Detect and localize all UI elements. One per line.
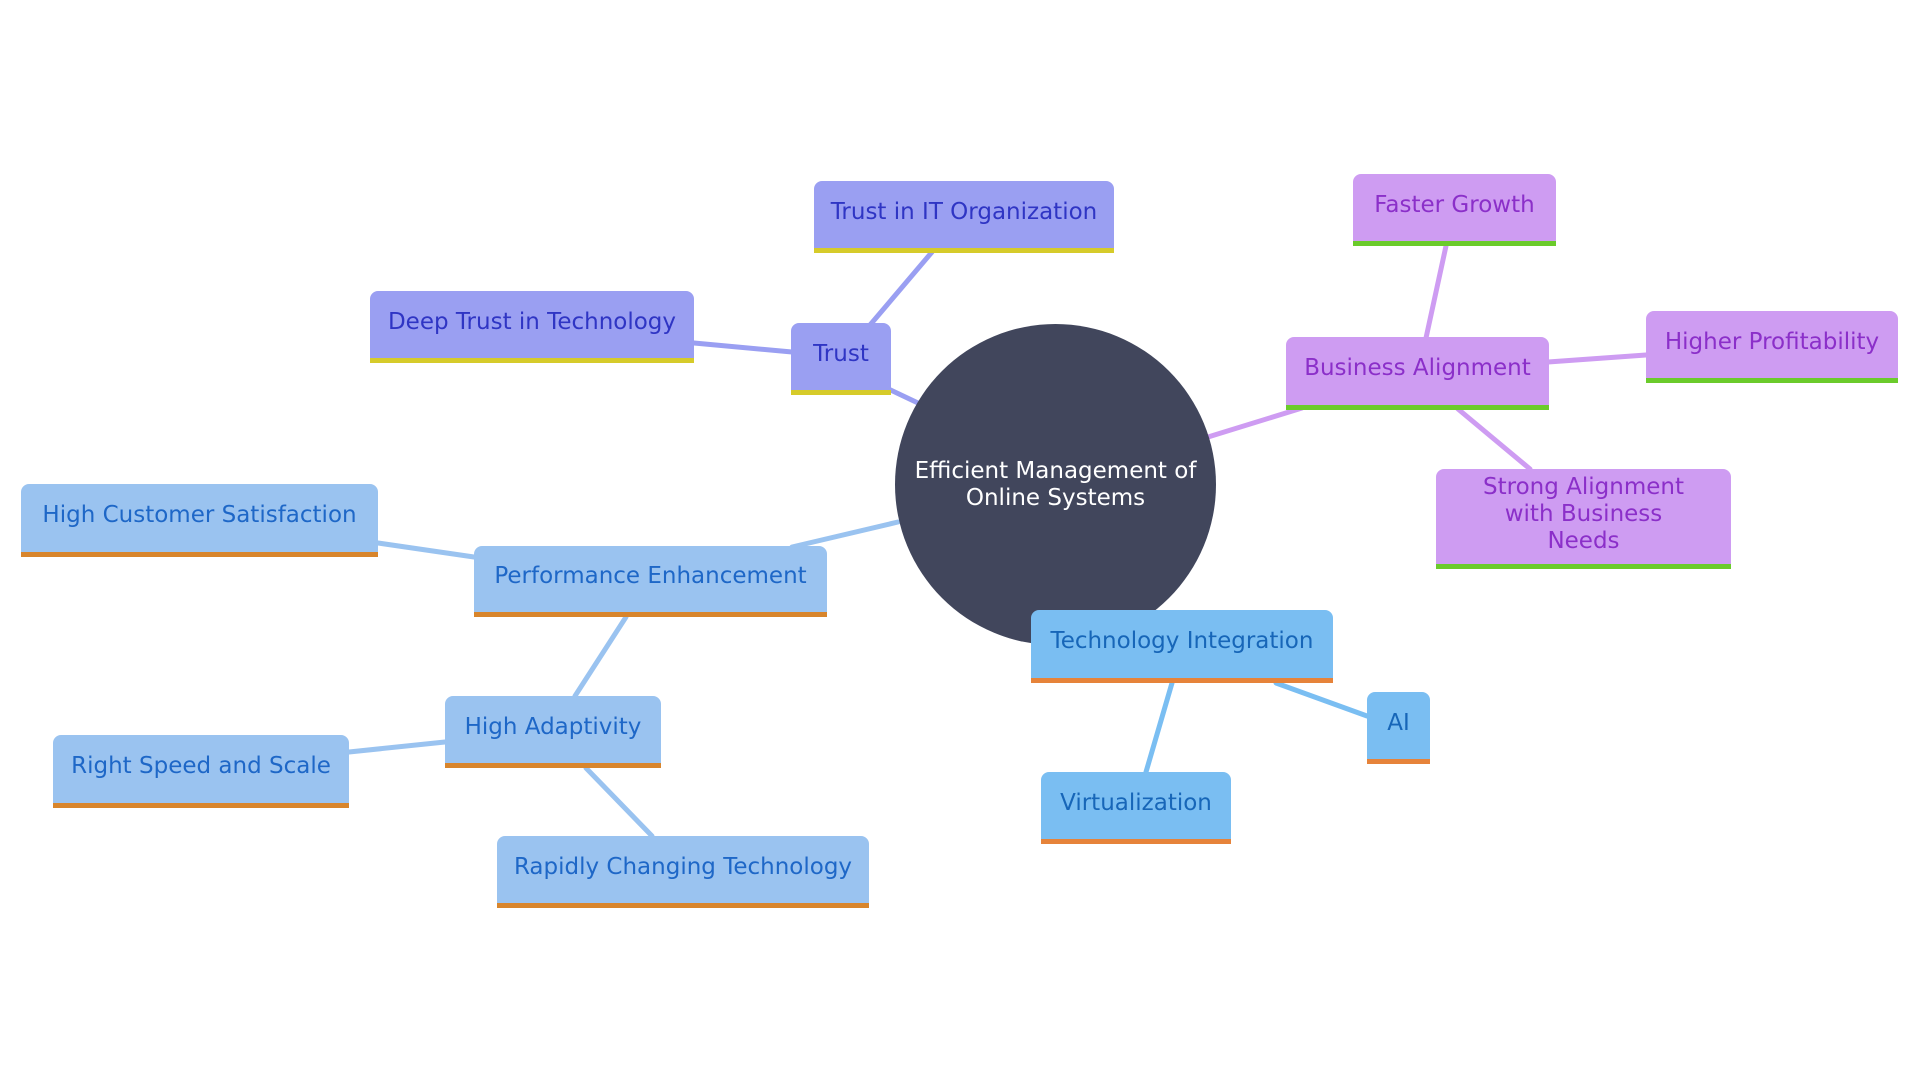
edge-business-faster-growth [1423, 243, 1449, 341]
edge-business-strong-alignment [1455, 406, 1533, 472]
node-faster-growth-label: Faster Growth [1374, 191, 1535, 218]
node-trust[interactable]: Trust [791, 323, 891, 395]
node-high-customer-satisfaction-label: High Customer Satisfaction [42, 502, 357, 528]
node-right-speed-and-scale[interactable]: Right Speed and Scale [53, 735, 349, 808]
node-rapidly-changing-technology[interactable]: Rapidly Changing Technology [497, 836, 869, 908]
node-ai-label: AI [1387, 709, 1410, 736]
node-business-alignment-label: Business Alignment [1304, 355, 1531, 381]
node-high-customer-satisfaction[interactable]: High Customer Satisfaction [21, 484, 378, 557]
node-business-alignment[interactable]: Business Alignment [1286, 337, 1549, 410]
edge-trust-deep-trust [691, 340, 795, 355]
node-strong-alignment[interactable]: Strong Alignment with Business Needs [1436, 469, 1731, 569]
node-right-speed-and-scale-label: Right Speed and Scale [71, 753, 331, 779]
edge-adaptivity-speed-scale [346, 739, 448, 755]
node-ai[interactable]: AI [1367, 692, 1430, 764]
edge-tech-ai [1273, 680, 1370, 719]
edge-business-higher-profitability [1545, 352, 1649, 365]
node-trust-in-it-organization-label: Trust in IT Organization [830, 198, 1098, 225]
node-rapidly-changing-technology-label: Rapidly Changing Technology [513, 853, 853, 880]
node-strong-alignment-label: Strong Alignment with Business Needs [1483, 473, 1684, 554]
edge-trust-trust-it [867, 249, 935, 328]
node-higher-profitability[interactable]: Higher Profitability [1646, 311, 1898, 383]
node-virtualization[interactable]: Virtualization [1041, 772, 1231, 844]
node-performance-enhancement-label: Performance Enhancement [494, 563, 807, 589]
node-high-adaptivity-label: High Adaptivity [464, 713, 642, 740]
edge-performance-adaptivity [572, 614, 629, 699]
root-node[interactable]: Efficient Management of Online Systems [895, 324, 1216, 645]
edge-root-business [1205, 405, 1305, 440]
edge-root-performance [789, 519, 901, 550]
edge-adaptivity-rapid-tech [583, 765, 655, 839]
node-trust-label: Trust [813, 340, 869, 367]
node-technology-integration[interactable]: Technology Integration [1031, 610, 1333, 683]
root-node-label: Efficient Management of Online Systems [914, 457, 1197, 511]
node-high-adaptivity[interactable]: High Adaptivity [445, 696, 661, 768]
node-performance-enhancement[interactable]: Performance Enhancement [474, 546, 827, 617]
node-higher-profitability-label: Higher Profitability [1664, 328, 1880, 355]
node-faster-growth[interactable]: Faster Growth [1353, 174, 1556, 246]
node-deep-trust-in-technology-label: Deep Trust in Technology [387, 308, 677, 335]
edge-performance-customer-satisfaction [375, 540, 477, 560]
node-technology-integration-label: Technology Integration [1050, 628, 1314, 654]
edge-tech-virtualization [1143, 680, 1175, 775]
node-trust-in-it-organization[interactable]: Trust in IT Organization [814, 181, 1114, 253]
node-virtualization-label: Virtualization [1060, 789, 1212, 816]
node-deep-trust-in-technology[interactable]: Deep Trust in Technology [370, 291, 694, 363]
